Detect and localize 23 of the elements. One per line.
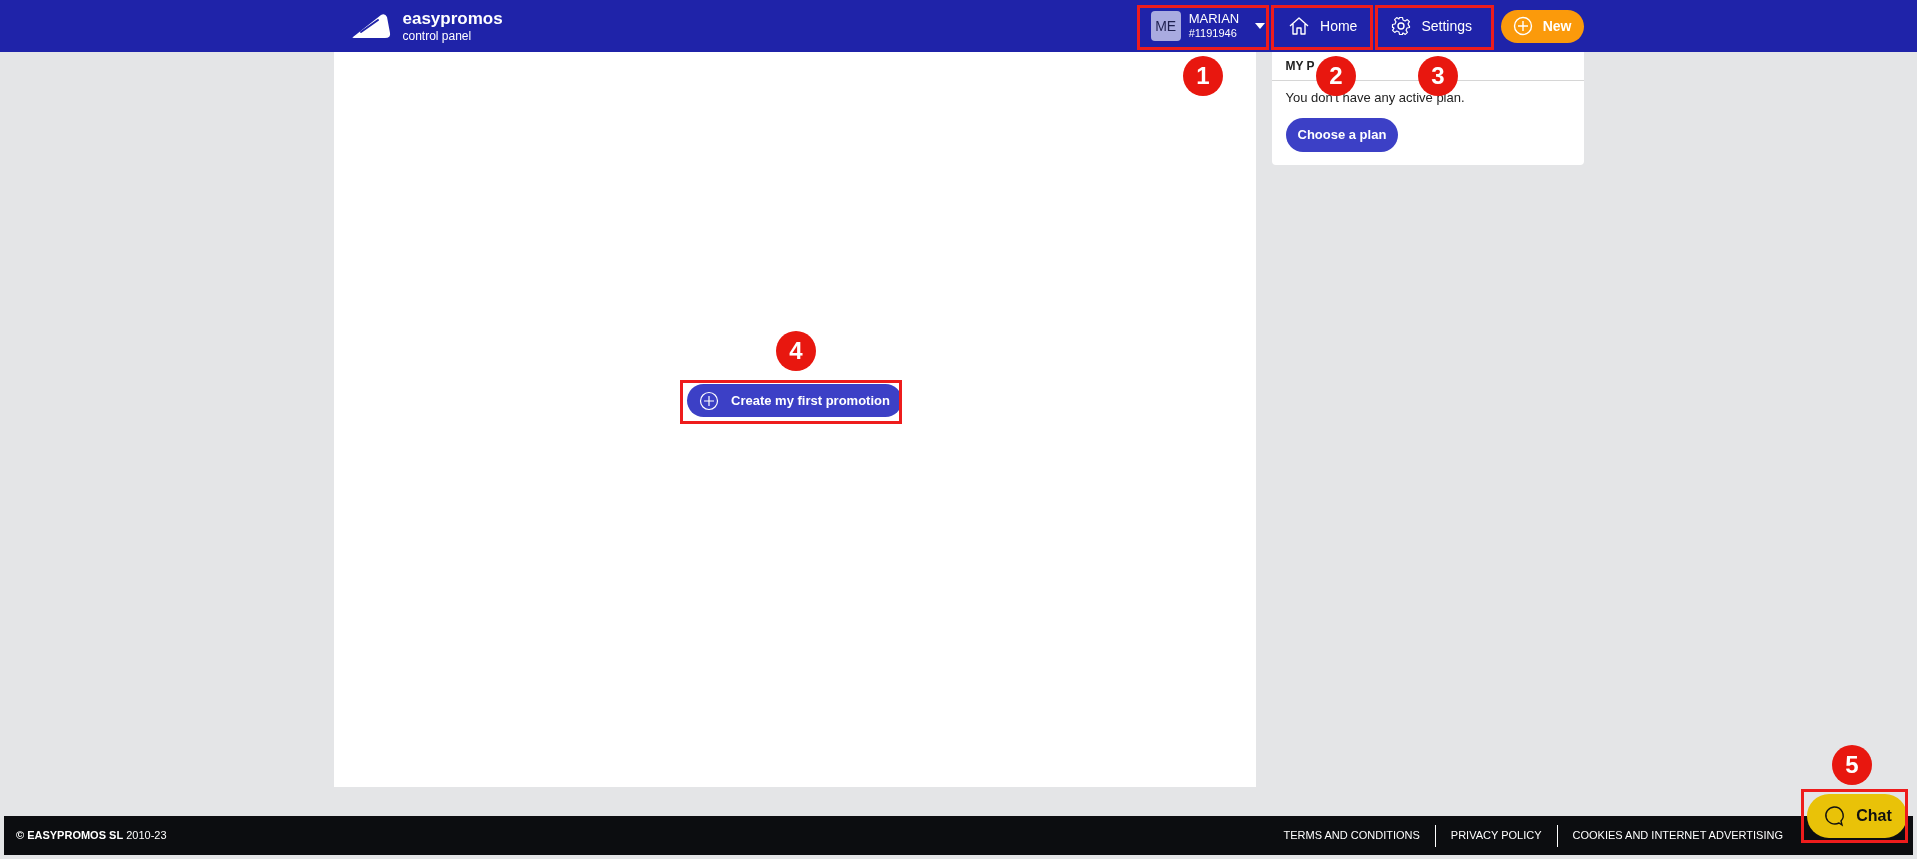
- home-icon: [1288, 16, 1310, 36]
- user-id: #1191946: [1188, 27, 1237, 41]
- nav-link[interactable]: Home: [1272, 6, 1373, 46]
- chat-button[interactable]: Chat: [1807, 794, 1907, 838]
- card-title: MY P: [1285, 58, 1315, 75]
- user-name: MARIAN: [1188, 11, 1240, 28]
- logo-subtitle: control panel: [402, 29, 473, 45]
- logo-icon: [350, 13, 391, 39]
- settings-icon: [1391, 16, 1412, 36]
- choose-plan-button[interactable]: Choose a plan: [1285, 117, 1399, 152]
- user-avatar: ME: [1150, 11, 1181, 41]
- speech-bubble-icon: [1822, 804, 1847, 828]
- logo-name: easypromos: [402, 7, 503, 30]
- footer-link[interactable]: TERMS AND CONDITIONS: [1283, 827, 1420, 844]
- copyright-text: © EASYPROMOS SL 2010-23: [16, 828, 167, 844]
- caret-icon: [1254, 23, 1265, 29]
- footer-link[interactable]: PRIVACY POLICY: [1450, 827, 1542, 844]
- footer-link[interactable]: COOKIES AND INTERNET ADVERTISING: [1572, 827, 1783, 844]
- nav-link[interactable]: Settings: [1372, 6, 1491, 46]
- callout-number: 5: [1832, 745, 1872, 785]
- plus-circle-icon: [699, 390, 720, 411]
- create-promotion-button[interactable]: Create my first promotion: [687, 384, 902, 417]
- plus-circle-icon: [1512, 16, 1533, 36]
